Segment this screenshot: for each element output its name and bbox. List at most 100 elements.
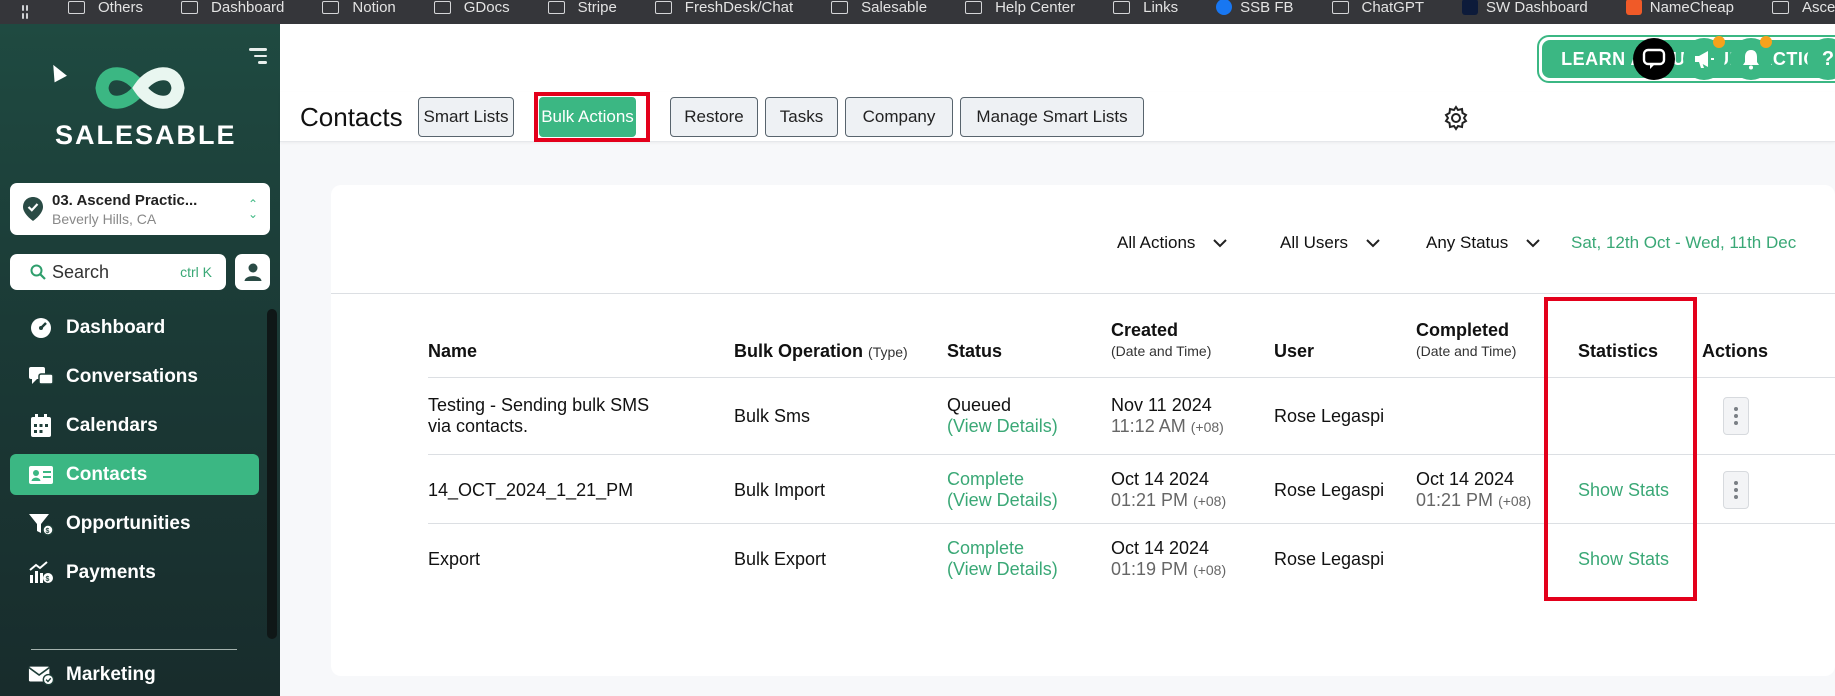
row-operation: Bulk Import xyxy=(734,480,826,500)
bookmark-ssb-fb[interactable]: SSB FB xyxy=(1216,0,1294,16)
contact-card-icon xyxy=(28,463,54,487)
sidebar-item-label: Payments xyxy=(66,561,156,583)
folder-icon xyxy=(181,0,199,14)
sidebar-nav: Dashboard Conversations Calendars Contac… xyxy=(10,307,259,601)
sidebar-item-dashboard[interactable]: Dashboard xyxy=(10,307,259,348)
view-details-link[interactable]: (View Details) xyxy=(947,559,1058,580)
filter-label: All Actions xyxy=(1117,233,1196,252)
row-actions-kebab-icon[interactable] xyxy=(1723,471,1749,509)
tab-smart-lists[interactable]: Smart Lists xyxy=(418,97,514,137)
calendar-icon xyxy=(28,413,54,438)
search-button[interactable]: Search ctrl K xyxy=(10,254,226,290)
folder-icon xyxy=(547,0,565,14)
bookmark-stripe[interactable]: Stripe xyxy=(547,0,617,16)
row-created: Nov 11 2024 11:12 AM (+08) xyxy=(1111,395,1224,436)
row-actions-kebab-icon[interactable] xyxy=(1723,397,1749,435)
highlight-box-bulk-actions xyxy=(534,92,650,142)
row-user: Rose Legaspi xyxy=(1274,549,1385,569)
row-created: Oct 14 2024 01:19 PM (+08) xyxy=(1111,538,1227,579)
bookmark-dashboard[interactable]: Dashboard xyxy=(181,0,284,16)
apps-grid-icon[interactable] xyxy=(22,5,28,19)
sidebar: SALESABLE 03. Ascend Practic... Beverly … xyxy=(0,24,280,696)
filter-all-users[interactable]: All Users xyxy=(1280,233,1380,253)
column-header-user: User xyxy=(1274,341,1315,361)
column-header-sub: (Date and Time) xyxy=(1416,343,1517,359)
notifications-button[interactable] xyxy=(1730,36,1772,80)
column-header-sub: (Type) xyxy=(868,344,908,360)
sidebar-item-label: Conversations xyxy=(66,365,198,387)
bookmark-notion[interactable]: Notion xyxy=(322,0,396,16)
payments-icon: $ xyxy=(28,560,54,585)
bookmark-freshdesk[interactable]: FreshDesk/Chat xyxy=(654,0,793,16)
contacts-tabs-bar: Contacts Smart Lists Bulk Actions Restor… xyxy=(280,92,1835,142)
chat-icon xyxy=(28,365,54,389)
row-user: Rose Legaspi xyxy=(1274,480,1385,500)
chevron-down-icon xyxy=(1366,239,1380,248)
bookmarks-bar: Others Dashboard Notion GDocs Stripe Fre… xyxy=(0,0,1835,24)
view-details-link[interactable]: (View Details) xyxy=(947,490,1058,511)
sidebar-item-conversations[interactable]: Conversations xyxy=(10,356,259,397)
tab-tasks[interactable]: Tasks xyxy=(765,97,838,137)
brand-logo[interactable]: SALESABLE xyxy=(55,60,237,151)
bookmark-others[interactable]: Others xyxy=(68,0,143,16)
sidebar-item-contacts[interactable]: Contacts xyxy=(10,454,259,495)
bookmark-chatgpt[interactable]: ChatGPT xyxy=(1331,0,1424,16)
folder-icon xyxy=(1113,0,1131,14)
folder-icon xyxy=(433,0,451,14)
view-details-link[interactable]: (View Details) xyxy=(947,416,1058,437)
sidebar-divider xyxy=(31,649,237,650)
row-created: Oct 14 2024 01:21 PM (+08) xyxy=(1111,469,1227,510)
location-text: 03. Ascend Practic... Beverly Hills, CA xyxy=(52,192,246,227)
sidebar-item-payments[interactable]: $ Payments xyxy=(10,552,259,593)
funnel-icon: $ xyxy=(28,512,54,536)
infinity-logo-icon xyxy=(95,67,185,109)
sidebar-scrollbar[interactable] xyxy=(267,309,277,639)
sidebar-item-marketing[interactable]: Marketing xyxy=(10,654,259,695)
folder-icon xyxy=(322,0,340,14)
filter-label: Any Status xyxy=(1426,233,1509,252)
settings-gear-icon[interactable] xyxy=(1443,105,1469,131)
tab-company[interactable]: Company xyxy=(845,97,953,137)
search-shortcut: ctrl K xyxy=(180,264,212,280)
bell-icon xyxy=(1743,50,1759,70)
filter-label: All Users xyxy=(1280,233,1349,252)
tab-restore[interactable]: Restore xyxy=(670,97,758,137)
bookmark-salesable[interactable]: Salesable xyxy=(831,0,927,16)
notification-badge xyxy=(1760,36,1772,48)
tab-manage-smart-lists[interactable]: Manage Smart Lists xyxy=(960,97,1144,137)
column-header-name: Name xyxy=(428,341,478,361)
location-pin-icon xyxy=(23,197,43,221)
filters-bar: All Actions All Users Any Status Sat, 12… xyxy=(331,185,1835,294)
user-icon xyxy=(244,263,261,281)
date-range-picker[interactable]: Sat, 12th Oct - Wed, 11th Dec xyxy=(1571,233,1796,253)
column-header-label: Completed xyxy=(1416,320,1510,340)
user-profile-button[interactable] xyxy=(235,254,270,290)
bookmark-links[interactable]: Links xyxy=(1113,0,1178,16)
brand-name: SALESABLE xyxy=(55,120,237,150)
bulk-actions-card: All Actions All Users Any Status Sat, 12… xyxy=(331,185,1835,676)
sidebar-item-label: Contacts xyxy=(66,463,148,485)
bookmark-gdocs[interactable]: GDocs xyxy=(433,0,510,16)
column-header-label: Created xyxy=(1111,320,1179,340)
row-name: 14_OCT_2024_1_21_PM xyxy=(428,480,634,500)
sidebar-item-opportunities[interactable]: $ Opportunities xyxy=(10,503,259,544)
announcements-button[interactable] xyxy=(1683,36,1725,80)
bookmark-sw-dashboard[interactable]: SW Dashboard xyxy=(1462,0,1588,16)
megaphone-icon xyxy=(1695,51,1714,68)
location-switcher[interactable]: 03. Ascend Practic... Beverly Hills, CA … xyxy=(10,183,270,235)
filter-all-actions[interactable]: All Actions xyxy=(1117,233,1228,253)
chat-bubble-icon xyxy=(1642,48,1666,69)
column-header-status: Status xyxy=(947,341,1003,361)
bookmark-help-center[interactable]: Help Center xyxy=(965,0,1075,16)
column-header-completed: Completed (Date and Time) xyxy=(1416,320,1516,359)
folder-icon xyxy=(1771,0,1789,14)
collapse-menu-icon[interactable] xyxy=(249,48,267,68)
filter-any-status[interactable]: Any Status xyxy=(1426,233,1540,253)
column-header-created: Created (Date and Time) xyxy=(1111,320,1211,359)
sidebar-item-label: Opportunities xyxy=(66,512,191,534)
bookmark-namecheap[interactable]: NameCheap xyxy=(1625,0,1734,16)
chat-widget-button[interactable] xyxy=(1633,38,1675,80)
svg-text:$: $ xyxy=(46,528,50,535)
sidebar-item-calendars[interactable]: Calendars xyxy=(10,405,259,446)
bookmark-ascend[interactable]: Ascend 2.0 xyxy=(1771,0,1835,16)
